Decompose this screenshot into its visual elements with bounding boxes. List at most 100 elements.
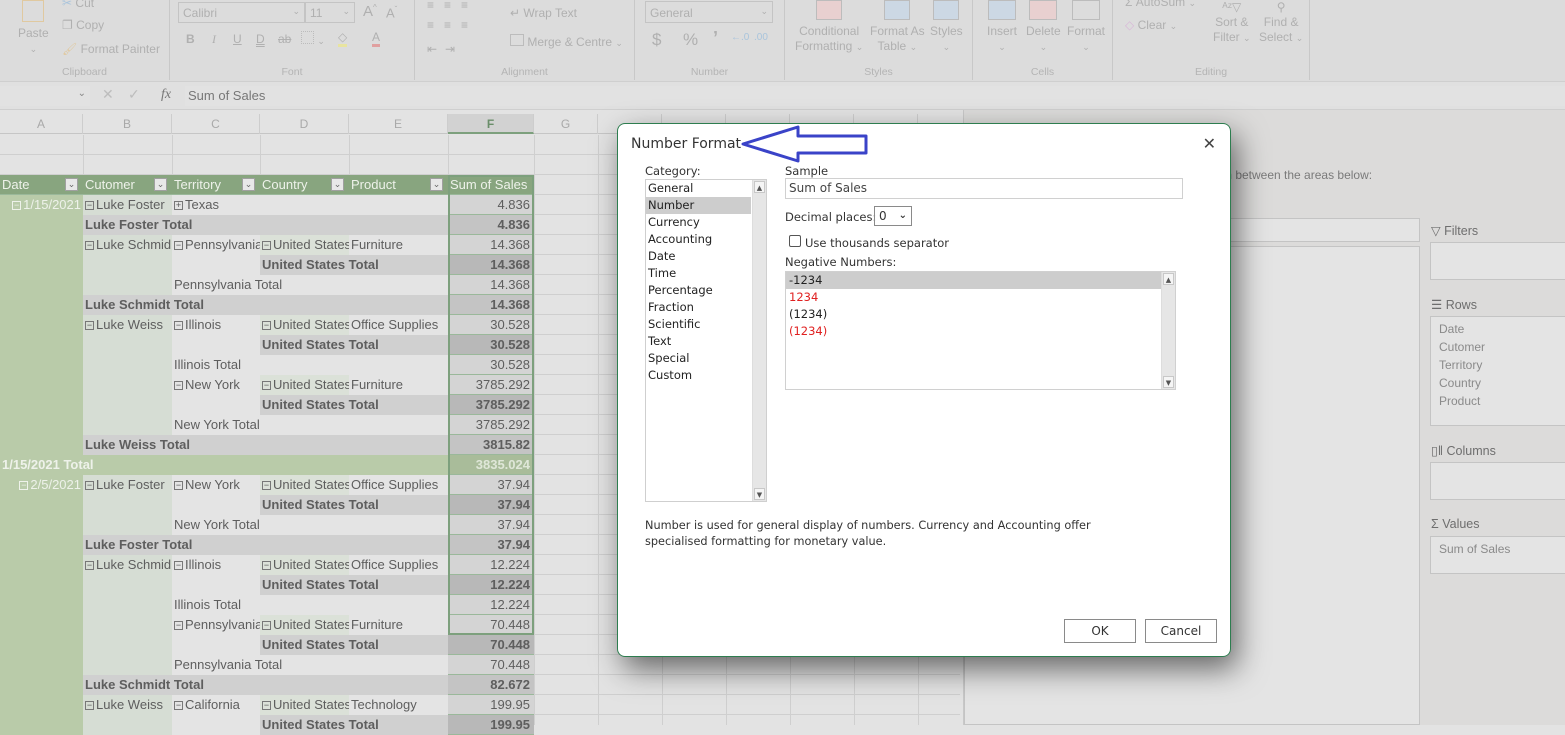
collapse-icon[interactable]: −: [85, 201, 94, 211]
columns-area[interactable]: [1430, 462, 1565, 500]
find-select-button[interactable]: ⚲ Find & Select ⌄: [1259, 0, 1303, 46]
collapse-icon[interactable]: −: [262, 241, 271, 251]
rows-field[interactable]: Product: [1431, 392, 1565, 410]
column-header-d[interactable]: D: [260, 114, 349, 134]
sum-of-sales-cell[interactable]: 12.224: [448, 595, 534, 614]
pivot-cell-d[interactable]: − United States: [260, 475, 349, 494]
scroll-up-icon[interactable]: ▲: [754, 181, 765, 193]
sum-of-sales-cell[interactable]: 14.368: [448, 275, 534, 294]
collapse-icon[interactable]: −: [174, 381, 183, 391]
filters-area[interactable]: [1430, 242, 1565, 280]
pivot-cell-b[interactable]: Luke Foster Total: [83, 215, 448, 234]
category-item-custom[interactable]: Custom: [646, 367, 751, 384]
pivot-cell-c[interactable]: − Illinois: [172, 555, 260, 574]
category-item-special[interactable]: Special: [646, 350, 751, 367]
category-item-text[interactable]: Text: [646, 333, 751, 350]
wrap-text-button[interactable]: ↵ Wrap Text: [510, 6, 577, 20]
pivot-cell-c[interactable]: − New York: [172, 375, 260, 394]
insert-button[interactable]: Insert ⌄: [987, 0, 1017, 55]
sum-of-sales-cell[interactable]: 3785.292: [448, 395, 534, 414]
cut-button[interactable]: ✂ Cut: [62, 0, 94, 10]
fill-color-button[interactable]: ◇: [338, 30, 348, 47]
filter-dropdown-customer[interactable]: ⌄: [154, 178, 167, 191]
cancel-entry-icon[interactable]: ✕: [102, 86, 114, 103]
autosum-button[interactable]: Σ AutoSum ⌄: [1125, 0, 1196, 9]
pivot-cell-e[interactable]: Office Supplies: [349, 315, 448, 334]
decimal-places-select[interactable]: 0 ⌄: [874, 206, 912, 226]
date-column-cell[interactable]: [0, 615, 83, 635]
sum-of-sales-cell[interactable]: 4.836: [448, 215, 534, 234]
format-button[interactable]: Format ⌄: [1067, 0, 1105, 55]
currency-button[interactable]: $: [652, 30, 661, 50]
scroll-down-icon[interactable]: ▼: [754, 488, 765, 500]
rows-field[interactable]: Country: [1431, 374, 1565, 392]
format-painter-button[interactable]: 🖌 Format Painter: [62, 42, 160, 56]
pivot-cell-c[interactable]: + Texas: [172, 195, 260, 214]
pivot-cell-c[interactable]: − Illinois: [172, 315, 260, 334]
sum-of-sales-cell[interactable]: 30.528: [448, 355, 534, 374]
column-header-g[interactable]: G: [534, 114, 598, 134]
date-column-cell[interactable]: [0, 695, 83, 715]
sum-of-sales-cell[interactable]: 70.448: [448, 615, 534, 634]
collapse-icon[interactable]: −: [85, 561, 94, 571]
collapse-icon[interactable]: −: [174, 701, 183, 711]
pivot-cell-b[interactable]: − Luke Weiss: [83, 695, 172, 714]
date-column-cell[interactable]: [0, 235, 83, 255]
pivot-cell-b[interactable]: − Luke Weiss: [83, 315, 172, 334]
header-sum-of-sales[interactable]: Sum of Sales: [448, 175, 534, 194]
rows-field[interactable]: Territory: [1431, 356, 1565, 374]
pivot-cell-c[interactable]: Illinois Total: [172, 595, 448, 614]
filter-dropdown-territory[interactable]: ⌄: [242, 178, 255, 191]
pivot-cell-e[interactable]: Technology: [349, 695, 448, 714]
vertical-align-buttons[interactable]: ≡≡≡: [427, 0, 478, 12]
pivot-cell-b[interactable]: Luke Weiss Total: [83, 435, 448, 454]
date-column-cell[interactable]: [0, 255, 83, 275]
category-item-accounting[interactable]: Accounting: [646, 231, 751, 248]
decrease-decimal-button[interactable]: .00: [754, 32, 768, 43]
date-column-cell[interactable]: [0, 215, 83, 235]
formula-input[interactable]: Sum of Sales: [185, 86, 1565, 106]
cancel-button[interactable]: Cancel: [1145, 619, 1217, 643]
collapse-icon[interactable]: −: [262, 321, 271, 331]
expand-icon[interactable]: +: [174, 201, 183, 211]
filter-dropdown-date[interactable]: ⌄: [65, 178, 78, 191]
confirm-entry-icon[interactable]: ✓: [128, 86, 140, 103]
pivot-cell-d[interactable]: United States Total: [260, 335, 448, 354]
collapse-icon[interactable]: −: [85, 481, 94, 491]
date-column-cell[interactable]: [0, 315, 83, 335]
collapse-icon[interactable]: −: [262, 481, 271, 491]
category-item-currency[interactable]: Currency: [646, 214, 751, 231]
collapse-icon[interactable]: −: [85, 701, 94, 711]
date-column-cell[interactable]: [0, 655, 83, 675]
scroll-down-icon[interactable]: ▼: [1163, 376, 1174, 388]
sum-of-sales-cell[interactable]: 82.672: [448, 675, 534, 694]
pivot-cell-e[interactable]: Furniture: [349, 235, 448, 254]
fx-icon[interactable]: fx: [161, 87, 171, 103]
date-column-cell[interactable]: [0, 495, 83, 515]
column-header-a[interactable]: A: [0, 114, 83, 134]
category-item-percentage[interactable]: Percentage: [646, 282, 751, 299]
date-column-cell[interactable]: [0, 715, 83, 735]
pivot-cell-c[interactable]: New York Total: [172, 415, 448, 434]
pivot-cell-d[interactable]: − United States: [260, 375, 349, 394]
sum-of-sales-cell[interactable]: 3835.024: [448, 455, 534, 474]
pivot-cell-c[interactable]: New York Total: [172, 515, 448, 534]
values-field[interactable]: Sum of Sales: [1431, 540, 1565, 558]
collapse-icon[interactable]: −: [174, 481, 183, 491]
double-underline-button[interactable]: D: [256, 32, 265, 46]
paste-button[interactable]: Paste ⌄: [18, 0, 49, 57]
delete-button[interactable]: Delete ⌄: [1026, 0, 1061, 55]
sum-of-sales-cell[interactable]: 14.368: [448, 295, 534, 314]
sum-of-sales-cell[interactable]: 3815.82: [448, 435, 534, 454]
category-list[interactable]: General Number Currency Accounting Date Time P…: [645, 179, 767, 502]
date-column-cell[interactable]: [0, 535, 83, 555]
underline-button[interactable]: U: [233, 32, 242, 46]
strikethrough-button[interactable]: ab: [278, 32, 291, 46]
pivot-cell-d[interactable]: United States Total: [260, 575, 448, 594]
collapse-icon[interactable]: −: [262, 701, 271, 711]
date-column-cell[interactable]: [0, 375, 83, 395]
pivot-cell-d[interactable]: United States Total: [260, 395, 448, 414]
pivot-cell-c[interactable]: Pennsylvania Total: [172, 655, 448, 674]
pivot-cell-c[interactable]: − Pennsylvania: [172, 235, 260, 254]
negative-numbers-list[interactable]: -1234 1234 (1234) (1234) ▲ ▼: [785, 271, 1176, 390]
